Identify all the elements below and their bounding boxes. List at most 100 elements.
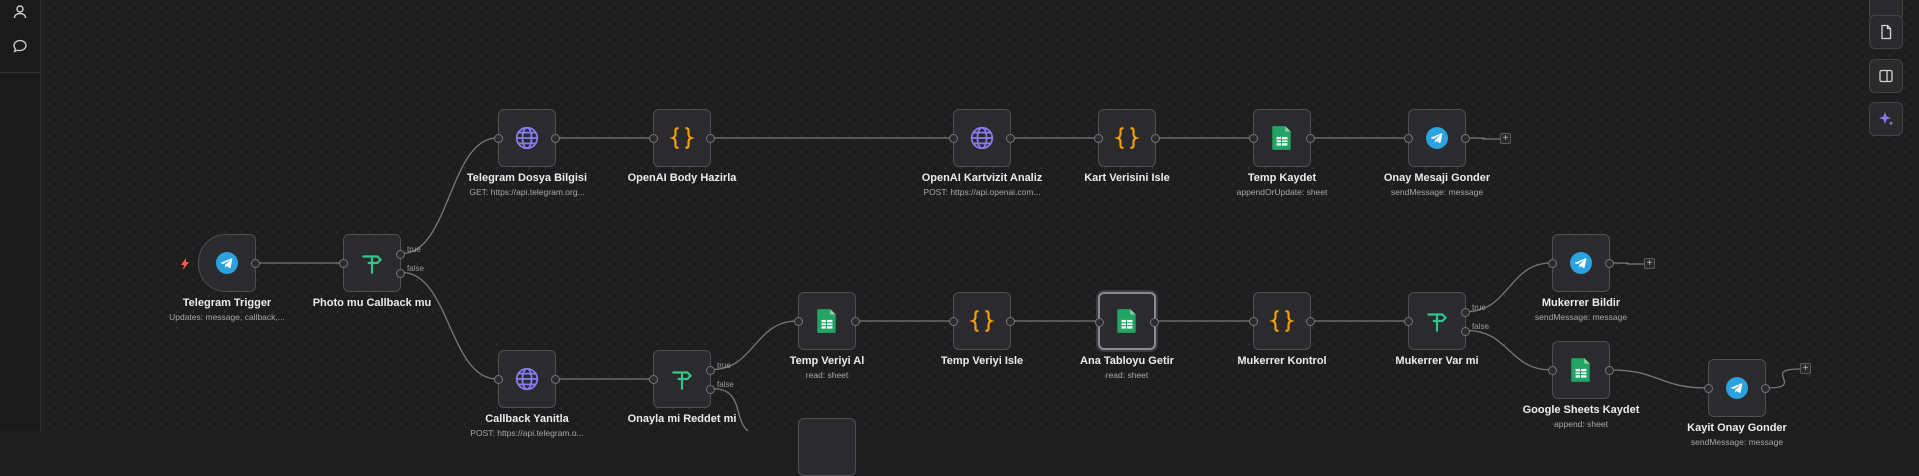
node-subtitle: Updates: message, callback,... [169,312,285,322]
node-subtitle: sendMessage: message [1690,437,1784,447]
chat-icon[interactable] [8,34,32,58]
false-output-port[interactable] [396,269,405,278]
telegram-icon [1425,126,1449,150]
output-port[interactable] [1306,134,1315,143]
false-output-port[interactable] [1461,327,1470,336]
input-port[interactable] [649,134,658,143]
node-mukerrer-var-mi[interactable] [1404,292,1470,350]
true-output-port[interactable] [396,250,405,259]
node-temp-veriyi-al[interactable] [794,292,860,350]
input-port[interactable] [1548,366,1557,375]
sidebar-divider [0,72,40,73]
input-port[interactable] [949,317,958,326]
node-mukerrer-bildir[interactable] [1548,234,1614,292]
input-port[interactable] [1094,134,1103,143]
node-kayit-onay-gonder[interactable] [1704,359,1770,417]
if-icon [669,366,695,392]
true-output-port[interactable] [1461,308,1470,317]
output-port[interactable] [1151,134,1160,143]
false-output-port[interactable] [706,385,715,394]
node-telegram-dosya-bilgisi[interactable] [494,109,560,167]
node-offscreen[interactable] [798,418,856,476]
input-port[interactable] [494,375,503,384]
input-port[interactable] [949,134,958,143]
node-temp-veriyi-isle[interactable] [949,292,1015,350]
output-port[interactable] [1461,134,1470,143]
sheets-icon [816,308,838,334]
add-node-button[interactable]: + [1644,258,1655,269]
output-port[interactable] [1605,366,1614,375]
node-label: Mukerrer Var mi [1395,355,1479,367]
node-kart-verisini-isle[interactable] [1094,109,1160,167]
output-port[interactable] [851,317,860,326]
output-port[interactable] [1150,318,1159,327]
node-subtitle: appendOrUpdate: sheet [1236,187,1328,197]
input-port[interactable] [1249,134,1258,143]
node-google-sheets-kaydet[interactable] [1548,341,1614,399]
trigger-bolt-icon [180,257,190,275]
node-callback-yanitla[interactable] [494,350,560,408]
output-port[interactable] [551,375,560,384]
add-node-button[interactable]: + [1800,363,1811,374]
true-output-port[interactable] [706,366,715,375]
node-label: Temp Kaydet [1247,172,1317,184]
node-label: Photo mu Callback mu [312,297,432,309]
code-icon [1269,308,1295,334]
node-telegram-trigger[interactable] [198,234,260,292]
input-port[interactable] [1095,318,1104,327]
node-onayla-mi-reddet-mi[interactable] [649,350,715,408]
input-port[interactable] [494,134,503,143]
output-port[interactable] [551,134,560,143]
node-label: Onay Mesaji Gonder [1383,172,1491,184]
connection-line[interactable] [1610,262,1645,265]
node-ana-tabloyu-getir[interactable] [1095,292,1159,350]
telegram-icon [1569,251,1593,275]
sparkles-icon[interactable] [1869,102,1903,136]
input-port[interactable] [1404,317,1413,326]
input-port[interactable] [1548,259,1557,268]
add-node-button[interactable]: + [1500,133,1511,144]
code-icon [1114,125,1140,151]
left-sidebar [0,0,41,431]
input-port[interactable] [339,259,348,268]
node-openai-kartvizit-analiz[interactable] [949,109,1015,167]
output-port[interactable] [1761,384,1770,393]
sheets-icon [1116,308,1138,334]
node-label: OpenAI Body Hazirla [627,172,737,184]
document-icon[interactable] [1869,15,1903,49]
input-port[interactable] [1404,134,1413,143]
false-branch-label: false [717,380,734,389]
node-subtitle: POST: https://api.openai.com... [923,187,1041,197]
connection-line[interactable] [1466,137,1501,140]
output-port[interactable] [251,259,260,268]
node-onay-mesaji-gonder[interactable] [1404,109,1470,167]
input-port[interactable] [1704,384,1713,393]
telegram-icon [1725,376,1749,400]
false-branch-label: false [407,264,424,273]
output-port[interactable] [706,134,715,143]
input-port[interactable] [1249,317,1258,326]
node-subtitle: GET: https://api.telegram.org... [469,187,585,197]
input-port[interactable] [794,317,803,326]
node-mukerrer-kontrol[interactable] [1249,292,1315,350]
node-subtitle: POST: https://api.telegram.o... [470,428,584,438]
code-icon [669,125,695,151]
node-label: Onayla mi Reddet mi [627,413,737,425]
connection-line[interactable] [401,271,498,380]
node-temp-kaydet[interactable] [1249,109,1315,167]
output-port[interactable] [1605,259,1614,268]
telegram-icon [215,251,239,275]
output-port[interactable] [1006,134,1015,143]
node-openai-body-hazirla[interactable] [649,109,715,167]
node-photo-mu-callback-mu[interactable] [339,234,405,292]
globe-icon [514,366,540,392]
input-port[interactable] [649,375,658,384]
user-icon[interactable] [8,0,32,24]
panel-icon[interactable] [1869,59,1903,93]
output-port[interactable] [1006,317,1015,326]
connection-line[interactable] [1766,368,1801,389]
connection-line[interactable] [1610,369,1708,389]
if-icon [359,250,385,276]
true-branch-label: true [407,245,421,254]
output-port[interactable] [1306,317,1315,326]
